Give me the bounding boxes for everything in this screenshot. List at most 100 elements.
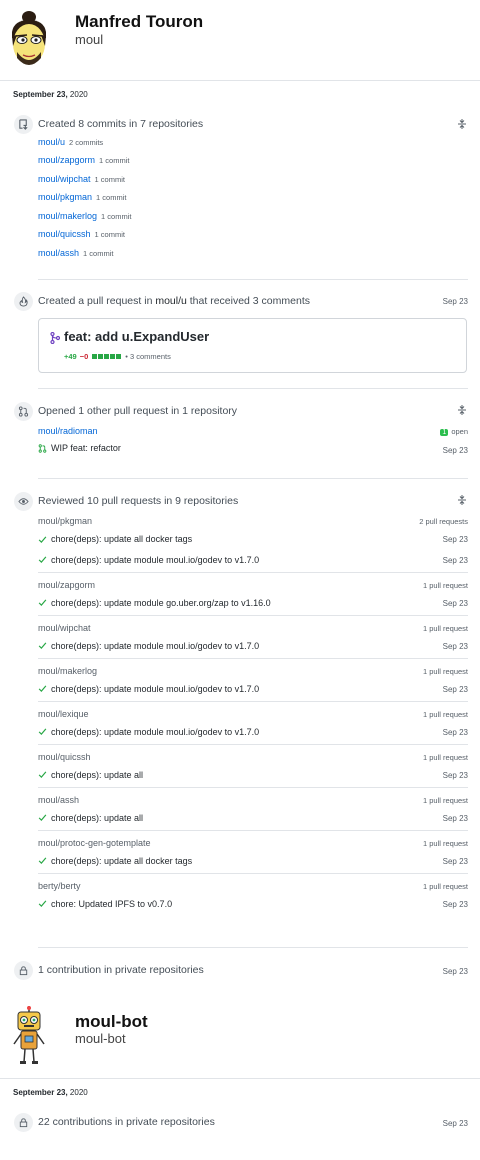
review-count: 1 pull request — [422, 752, 468, 762]
git-pull-request-icon — [38, 443, 47, 453]
review-count: 1 pull request — [422, 795, 468, 805]
check-icon — [38, 599, 47, 607]
check-icon — [38, 728, 47, 736]
pr-additions: +49 — [64, 352, 77, 361]
review-repo[interactable]: moul/zapgorm — [38, 580, 95, 590]
commit-repo-item[interactable]: moul/pkgman 1 commit — [38, 192, 126, 202]
review-repo[interactable]: moul/makerlog — [38, 666, 97, 676]
review-date: Sep 23 — [442, 899, 468, 909]
divider — [0, 80, 480, 81]
review-item[interactable]: chore(deps): update all docker tags — [38, 856, 192, 866]
fold-icon[interactable] — [456, 118, 468, 130]
timeline-date: September 23, 2020 — [13, 1088, 88, 1097]
git-merge-icon — [50, 332, 60, 344]
diffstat-bar — [88, 354, 122, 359]
review-group-divider — [38, 872, 468, 874]
review-item[interactable]: chore(deps): update module moul.io/godev… — [38, 727, 259, 737]
review-item[interactable]: chore(deps): update module moul.io/godev… — [38, 641, 259, 651]
user-name[interactable]: Manfred Touron — [75, 12, 203, 32]
private-date: Sep 23 — [442, 1119, 468, 1128]
commit-repo-item[interactable]: moul/wipchat 1 commit — [38, 174, 125, 184]
review-count: 1 pull request — [422, 666, 468, 676]
divider — [38, 388, 468, 389]
review-date: Sep 23 — [442, 727, 468, 737]
pr-meta: +49 −0 • 3 comments — [64, 352, 171, 361]
check-icon — [38, 814, 47, 822]
check-icon — [38, 642, 47, 650]
review-repo[interactable]: moul/pkgman — [38, 516, 92, 526]
opened-pr-date: Sep 23 — [442, 446, 468, 455]
avatar[interactable] — [8, 8, 50, 72]
check-icon — [38, 857, 47, 865]
pr-deletions: −0 — [79, 352, 89, 361]
commit-repo-item[interactable]: moul/zapgorm 1 commit — [38, 155, 129, 165]
user-login: moul-bot — [75, 1031, 126, 1046]
review-date: Sep 23 — [442, 856, 468, 866]
review-date: Sep 23 — [442, 813, 468, 823]
review-count: 1 pull request — [422, 881, 468, 891]
review-group-divider — [38, 700, 468, 702]
open-count-badge: 1 — [440, 429, 449, 436]
pr-repo-link[interactable]: moul/u — [155, 295, 187, 307]
opened-pr-repo[interactable]: moul/radioman — [38, 426, 98, 436]
review-count: 1 pull request — [422, 709, 468, 719]
review-repo[interactable]: moul/wipchat — [38, 623, 91, 633]
commit-repo-item[interactable]: moul/makerlog 1 commit — [38, 211, 131, 221]
pr-comments: • 3 comments — [125, 352, 171, 361]
review-date: Sep 23 — [442, 555, 468, 565]
review-date: Sep 23 — [442, 770, 468, 780]
check-icon — [38, 685, 47, 693]
review-item[interactable]: chore: Updated IPFS to v0.7.0 — [38, 899, 172, 909]
user-header: moul-bot moul-bot — [0, 1000, 480, 1080]
private-heading: 22 contributions in private repositories — [38, 1116, 215, 1128]
review-group-divider — [38, 614, 468, 616]
review-group-divider — [38, 571, 468, 573]
commits-heading: Created 8 commits in 7 repositories — [38, 118, 204, 130]
user-login: moul — [75, 32, 104, 47]
private-heading: 1 contribution in private repositories — [38, 964, 204, 976]
review-item[interactable]: chore(deps): update module go.uber.org/z… — [38, 598, 271, 608]
divider — [0, 1078, 480, 1079]
review-date: Sep 23 — [442, 598, 468, 608]
repo-push-icon — [14, 115, 33, 134]
check-icon — [38, 556, 47, 564]
private-date: Sep 23 — [442, 967, 468, 976]
review-repo[interactable]: moul/protoc-gen-gotemplate — [38, 838, 151, 848]
opened-pr-item[interactable]: WIP feat: refactor — [38, 443, 121, 453]
commit-repo-item[interactable]: moul/quicssh 1 commit — [38, 229, 125, 239]
review-item[interactable]: chore(deps): update module moul.io/godev… — [38, 684, 259, 694]
pr-date: Sep 23 — [442, 297, 468, 306]
review-date: Sep 23 — [442, 684, 468, 694]
pr-title[interactable]: feat: add u.ExpandUser — [64, 329, 209, 344]
review-count: 1 pull request — [422, 838, 468, 848]
eye-icon — [14, 492, 33, 511]
review-date: Sep 23 — [442, 641, 468, 651]
review-repo[interactable]: moul/quicssh — [38, 752, 91, 762]
divider — [38, 279, 468, 280]
review-repo[interactable]: moul/lexique — [38, 709, 89, 719]
review-item[interactable]: chore(deps): update all docker tags — [38, 534, 192, 544]
review-item[interactable]: chore(deps): update module moul.io/godev… — [38, 555, 259, 565]
review-repo[interactable]: berty/berty — [38, 881, 81, 891]
check-icon — [38, 771, 47, 779]
review-date: Sep 23 — [442, 535, 468, 544]
avatar[interactable] — [12, 1006, 46, 1068]
pr-card[interactable]: feat: add u.ExpandUser +49 −0 • 3 commen… — [38, 318, 467, 373]
review-group-divider — [38, 786, 468, 788]
divider — [38, 478, 468, 479]
commit-repo-item[interactable]: moul/u 2 commits — [38, 137, 103, 147]
timeline-date: September 23, 2020 — [13, 90, 88, 99]
review-count: 1 pull request — [422, 580, 468, 590]
review-repo[interactable]: moul/assh — [38, 795, 79, 805]
review-count: 1 pull request — [422, 623, 468, 633]
commit-repo-item[interactable]: moul/assh 1 commit — [38, 248, 113, 258]
pr-heading: Created a pull request in moul/u that re… — [38, 295, 310, 307]
fold-icon[interactable] — [456, 494, 468, 506]
review-item[interactable]: chore(deps): update all — [38, 813, 143, 823]
fold-icon[interactable] — [456, 404, 468, 416]
flame-icon — [14, 292, 33, 311]
user-name[interactable]: moul-bot — [75, 1012, 148, 1032]
review-item[interactable]: chore(deps): update all — [38, 770, 143, 780]
reviews-heading: Reviewed 10 pull requests in 9 repositor… — [38, 495, 239, 507]
review-group-divider — [38, 657, 468, 659]
